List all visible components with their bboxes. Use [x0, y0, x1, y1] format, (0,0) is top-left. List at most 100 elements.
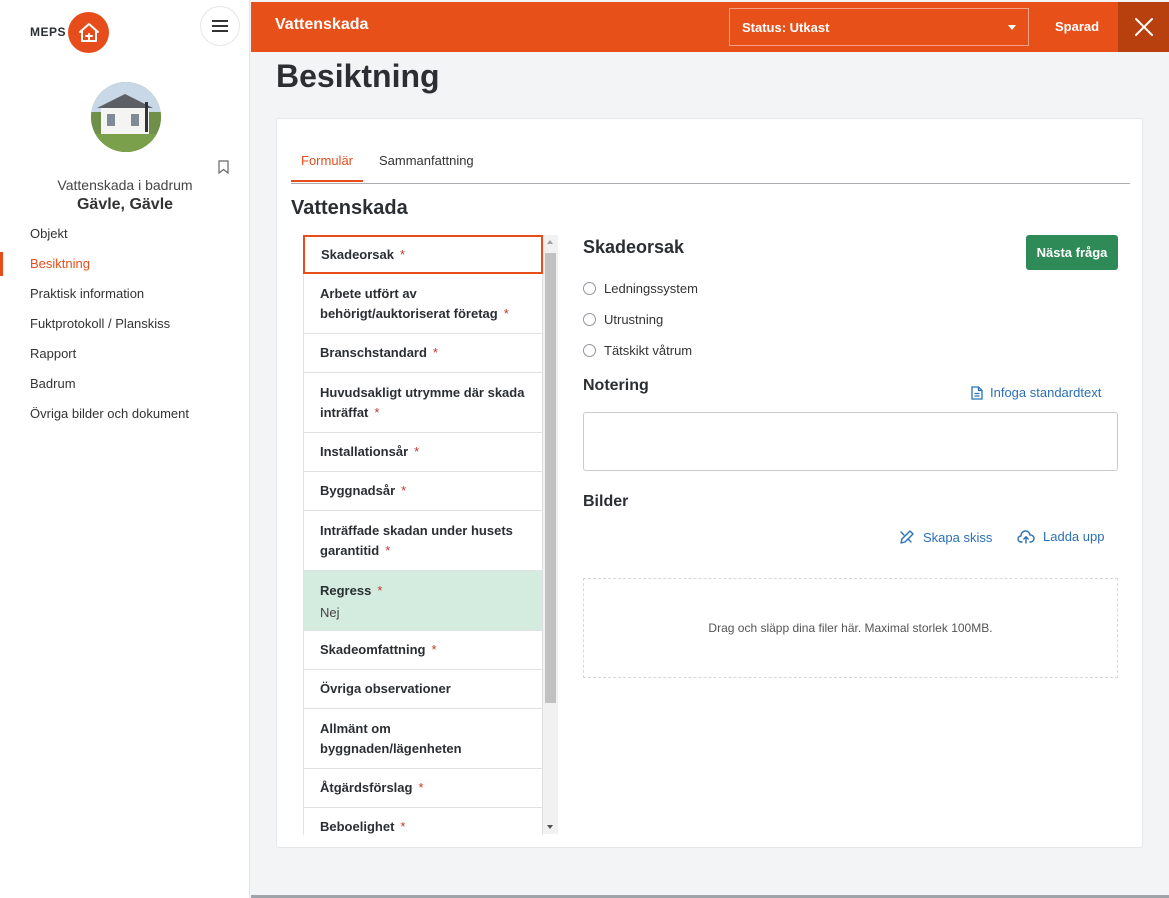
question-item[interactable]: Arbete utfört av behörigt/auktoriserat fö…: [303, 274, 543, 334]
property-photo: [91, 82, 161, 152]
create-sketch-label: Skapa skiss: [923, 529, 993, 545]
top-bar: Vattenskada Status: Utkast Sparad: [251, 2, 1169, 52]
question-label: Allmänt om: [320, 720, 391, 736]
question-label: Åtgärdsförslag: [320, 780, 413, 795]
option-label: Ledningssystem: [604, 280, 698, 296]
question-item[interactable]: Huvudsakligt utrymme där skada inträffat *: [303, 373, 543, 433]
sidebar-item-label: Besiktning: [30, 256, 90, 271]
sidebar-item-besiktning[interactable]: Besiktning: [0, 252, 250, 282]
option-tatskikt-vatrum[interactable]: Tätskikt våtrum: [583, 340, 692, 360]
logo-text: MEPS: [30, 25, 67, 39]
status-dropdown[interactable]: Status: Utkast: [729, 8, 1029, 46]
question-label: Regress: [320, 583, 372, 598]
option-ledningssystem[interactable]: Ledningssystem: [583, 278, 698, 298]
option-label: Utrustning: [604, 311, 664, 327]
sidebar: MEPS Vattenskada i badrum Gävle, Gävle O…: [0, 0, 250, 898]
scroll-up-icon[interactable]: [547, 240, 553, 244]
upload-label: Ladda upp: [1043, 529, 1105, 544]
create-sketch-link[interactable]: Skapa skiss: [899, 529, 992, 545]
sidebar-item-objekt[interactable]: Objekt: [0, 222, 250, 252]
status-value: Status: Utkast: [742, 20, 830, 35]
tab-formular[interactable]: Formulär: [291, 153, 364, 182]
question-item[interactable]: Regress * Nej: [303, 571, 543, 631]
sidebar-item-rapport[interactable]: Rapport: [0, 342, 250, 372]
upload-link[interactable]: Ladda upp: [1017, 529, 1104, 544]
menu-toggle-button[interactable]: [200, 6, 240, 46]
question-item[interactable]: Åtgärdsförslag *: [303, 769, 543, 808]
header-title: Vattenskada: [275, 16, 369, 33]
radio-button[interactable]: [583, 281, 596, 295]
question-item[interactable]: Branschstandard *: [303, 334, 543, 373]
question-label: Arbete utfört av: [320, 285, 417, 301]
question-label: Huvudsakligt utrymme där skada: [320, 384, 525, 400]
sidebar-item-label: Övriga bilder och dokument: [30, 406, 189, 421]
bookmark-icon[interactable]: [218, 160, 229, 174]
required-marker: *: [431, 642, 437, 657]
sidebar-item-label: Objekt: [30, 226, 68, 241]
images-label: Bilder: [583, 493, 629, 510]
form-section-title: Vattenskada: [291, 197, 408, 219]
question-label: Övriga observationer: [320, 681, 451, 696]
pencil-ruler-icon: [900, 530, 914, 544]
case-title: Vattenskada i badrum: [57, 177, 193, 193]
logo-house-icon: [68, 12, 109, 53]
question-item[interactable]: Beboelighet *: [303, 808, 543, 835]
page-title: Besiktning: [276, 58, 440, 94]
question-label: Byggnadsår: [320, 483, 396, 498]
question-label: Skadeomfattning: [320, 642, 426, 657]
scroll-thumb[interactable]: [545, 253, 556, 703]
required-marker: *: [385, 542, 391, 558]
close-icon: [1134, 18, 1153, 36]
saved-indicator: Sparad: [1055, 19, 1100, 34]
question-label: Installationsår: [320, 444, 409, 459]
note-textarea[interactable]: [583, 412, 1118, 471]
sidebar-item-label: Praktisk information: [30, 286, 145, 301]
question-answer: Nej: [320, 605, 340, 620]
required-marker: *: [432, 345, 438, 360]
close-button[interactable]: [1118, 2, 1169, 52]
chevron-down-icon: [1008, 25, 1016, 30]
radio-button[interactable]: [583, 312, 596, 326]
question-item[interactable]: Skadeorsak *: [303, 235, 543, 274]
insert-standard-text-label: Infoga standardtext: [990, 385, 1102, 400]
sidebar-item-label: Fuktprotokoll / Planskiss: [30, 316, 171, 331]
sidebar-item-ovriga-bilder[interactable]: Övriga bilder och dokument: [0, 402, 250, 432]
next-question-button[interactable]: Nästa fråga: [1026, 235, 1118, 270]
question-item[interactable]: Övriga observationer: [303, 670, 543, 709]
question-label: Branschstandard: [320, 345, 427, 360]
sidebar-item-label: Rapport: [30, 346, 77, 361]
question-label: Skadeorsak: [321, 246, 394, 262]
note-label: Notering: [583, 377, 649, 394]
question-item[interactable]: Installationsår *: [303, 433, 543, 472]
question-list: Skadeorsak * Arbete utfört av behörigt/aukt…: [303, 235, 543, 835]
required-marker: *: [400, 246, 406, 262]
question-label: garantitid: [320, 542, 380, 558]
required-marker: *: [401, 483, 407, 498]
option-label: Tätskikt våtrum: [604, 342, 693, 358]
tab-bar: Formulär Sammanfattning: [291, 147, 1130, 184]
tab-sammanfattning[interactable]: Sammanfattning: [379, 153, 474, 180]
question-label: Beboelighet: [320, 819, 395, 834]
question-item[interactable]: Allmänt om byggnaden/lägenheten: [303, 709, 543, 769]
question-label: Inträffade skadan under husets: [320, 522, 513, 538]
radio-button[interactable]: [583, 343, 596, 357]
sidebar-item-label: Badrum: [30, 376, 76, 391]
file-dropzone[interactable]: Drag och släpp dina filer här. Maximal s…: [583, 578, 1118, 678]
question-label: inträffat: [320, 404, 369, 420]
question-item[interactable]: Inträffade skadan under husets garantitid…: [303, 511, 543, 571]
case-location: Gävle, Gävle: [76, 196, 174, 213]
required-marker: *: [374, 404, 380, 420]
hamburger-icon: [212, 20, 228, 32]
sidebar-item-praktisk-information[interactable]: Praktisk information: [0, 282, 250, 312]
option-utrustning[interactable]: Utrustning: [583, 309, 663, 329]
question-item[interactable]: Skadeomfattning *: [303, 631, 543, 670]
document-icon: [971, 385, 983, 400]
insert-standard-text-link[interactable]: Infoga standardtext: [971, 385, 1101, 400]
sidebar-item-badrum[interactable]: Badrum: [0, 372, 250, 402]
sidebar-item-fuktprotokoll[interactable]: Fuktprotokoll / Planskiss: [0, 312, 250, 342]
question-list-scrollbar[interactable]: [543, 235, 558, 834]
required-marker: *: [414, 444, 420, 459]
scroll-down-icon[interactable]: [547, 825, 553, 829]
question-label: byggnaden/lägenheten: [320, 740, 462, 756]
question-item[interactable]: Byggnadsår *: [303, 472, 543, 511]
